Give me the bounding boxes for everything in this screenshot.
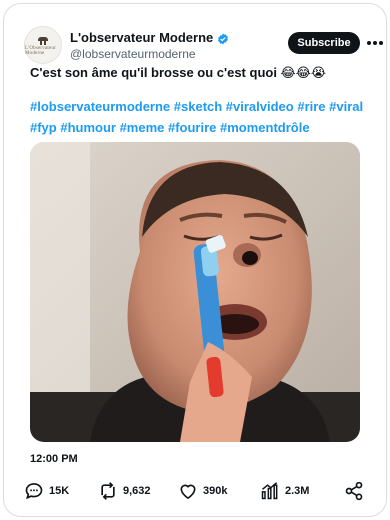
like-icon xyxy=(178,481,198,501)
like-button[interactable]: 390k xyxy=(178,478,227,504)
video-thumbnail[interactable] xyxy=(30,142,360,442)
reply-count: 15K xyxy=(49,485,70,497)
verified-badge-icon xyxy=(217,32,229,44)
video-frame-image xyxy=(30,142,360,442)
avatar[interactable]: L'Observateur Moderne xyxy=(24,26,62,64)
repost-count: 9,632 xyxy=(123,485,151,497)
avatar-logo-text: L'Observateur Moderne xyxy=(25,45,56,56)
repost-icon xyxy=(98,481,118,501)
share-button[interactable] xyxy=(344,478,364,504)
reply-button[interactable]: 15K xyxy=(24,478,69,504)
share-icon xyxy=(344,481,364,501)
author-info: L'observateur Moderne @lobservateurmoder… xyxy=(70,30,229,61)
display-name-row: L'observateur Moderne xyxy=(70,30,229,45)
handle[interactable]: @lobservateurmoderne xyxy=(70,47,229,61)
repost-button[interactable]: 9,632 xyxy=(98,478,151,504)
more-options-icon[interactable] xyxy=(366,34,384,52)
views-button[interactable]: 2.3M xyxy=(260,478,309,504)
logo-mark-icon xyxy=(36,35,50,45)
display-name[interactable]: L'observateur Moderne xyxy=(70,30,213,45)
views-count: 2.3M xyxy=(285,485,310,497)
views-icon xyxy=(260,481,280,501)
post-timestamp: 12:00 PM xyxy=(30,453,78,465)
post-hashtags[interactable]: #lobservateurmoderne #sketch #viralvideo… xyxy=(30,96,365,138)
post-caption: C'est son âme qu'il brosse ou c'est quoi… xyxy=(30,65,327,80)
subscribe-button[interactable]: Subscribe xyxy=(288,32,360,54)
action-bar: 15K 9,632 390k 2.3M xyxy=(24,478,374,504)
reply-icon xyxy=(24,481,44,501)
post-header: L'Observateur Moderne L'observateur Mode… xyxy=(20,24,383,64)
like-count: 390k xyxy=(203,485,228,497)
